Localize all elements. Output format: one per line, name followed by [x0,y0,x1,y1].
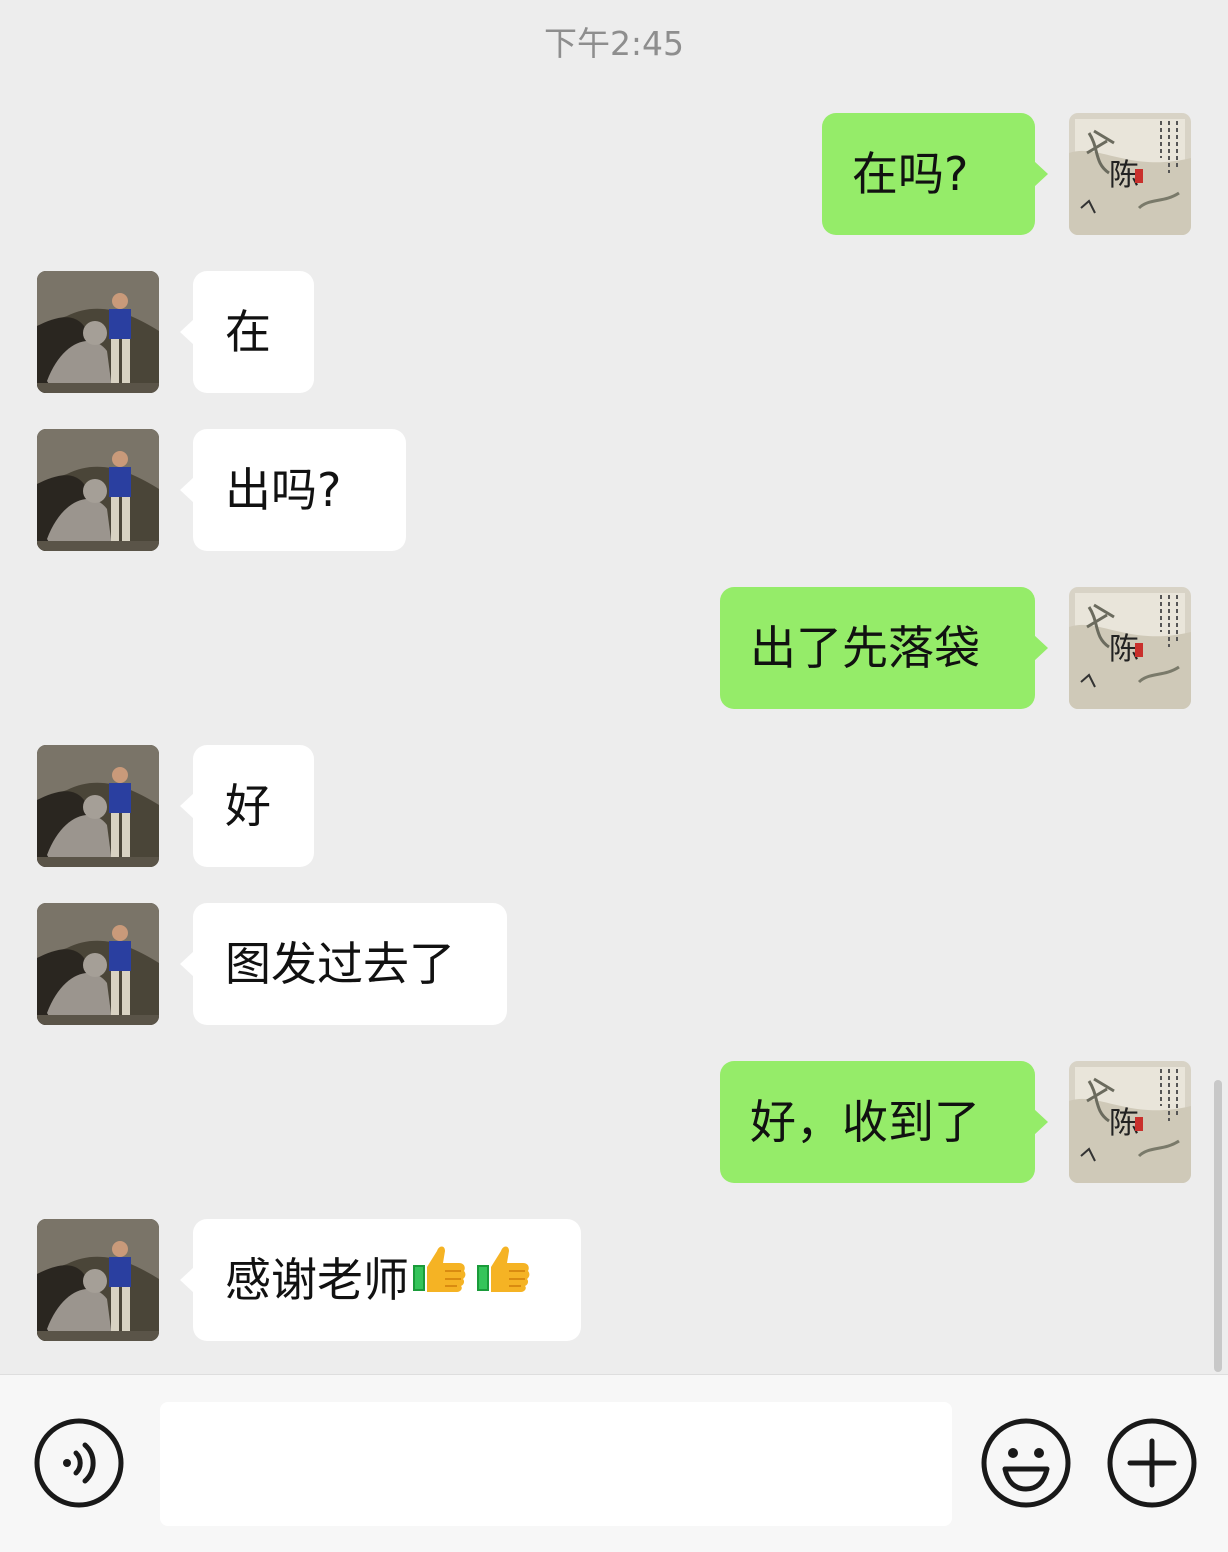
message-bubble-incoming[interactable]: 出吗? [180,429,406,551]
avatar-character: 陈 [1109,632,1139,667]
thumbs-up-icon [409,1220,469,1342]
thumbs-up-icon [473,1220,533,1342]
message-text: 图发过去了 [225,937,455,991]
smiley-icon[interactable] [980,1417,1072,1509]
contact-avatar[interactable] [37,903,159,1025]
message-bubble-incoming[interactable]: 图发过去了 [180,903,507,1025]
self-avatar[interactable]: 陈 [1069,113,1191,235]
message-bubble-incoming[interactable]: 在 [180,271,314,393]
voice-icon[interactable] [33,1417,125,1509]
avatar-character: 陈 [1109,1106,1139,1141]
message-bubble-incoming[interactable]: 感谢老师 [180,1219,581,1342]
message-text: 在 [225,305,271,359]
contact-avatar[interactable] [37,271,159,393]
message-text: 出了先落袋 [750,621,980,675]
message-text: 好 [225,779,271,833]
contact-avatar[interactable] [37,1219,159,1341]
message-bubble-outgoing[interactable]: 出了先落袋 [720,587,1048,709]
chat-area[interactable]: 下午2:45 陈 在吗? 在 出吗? 陈 出了先落袋 好 图发过去了 陈 好，收… [0,0,1228,1374]
contact-avatar[interactable] [37,429,159,551]
message-text: 出吗? [225,463,342,517]
plus-icon[interactable] [1106,1417,1198,1509]
scrollbar[interactable] [1214,1080,1222,1372]
message-input[interactable] [160,1402,952,1526]
input-bar [0,1374,1228,1552]
self-avatar[interactable]: 陈 [1069,1061,1191,1183]
message-bubble-outgoing[interactable]: 好，收到了 [720,1061,1048,1183]
message-bubble-incoming[interactable]: 好 [180,745,314,867]
message-bubble-outgoing[interactable]: 在吗? [822,113,1048,235]
timestamp: 下午2:45 [543,24,685,63]
avatar-character: 陈 [1109,158,1139,193]
message-text: 感谢老师 [225,1253,409,1307]
message-text: 在吗? [852,147,969,201]
message-text: 好，收到了 [750,1095,980,1149]
self-avatar[interactable]: 陈 [1069,587,1191,709]
contact-avatar[interactable] [37,745,159,867]
